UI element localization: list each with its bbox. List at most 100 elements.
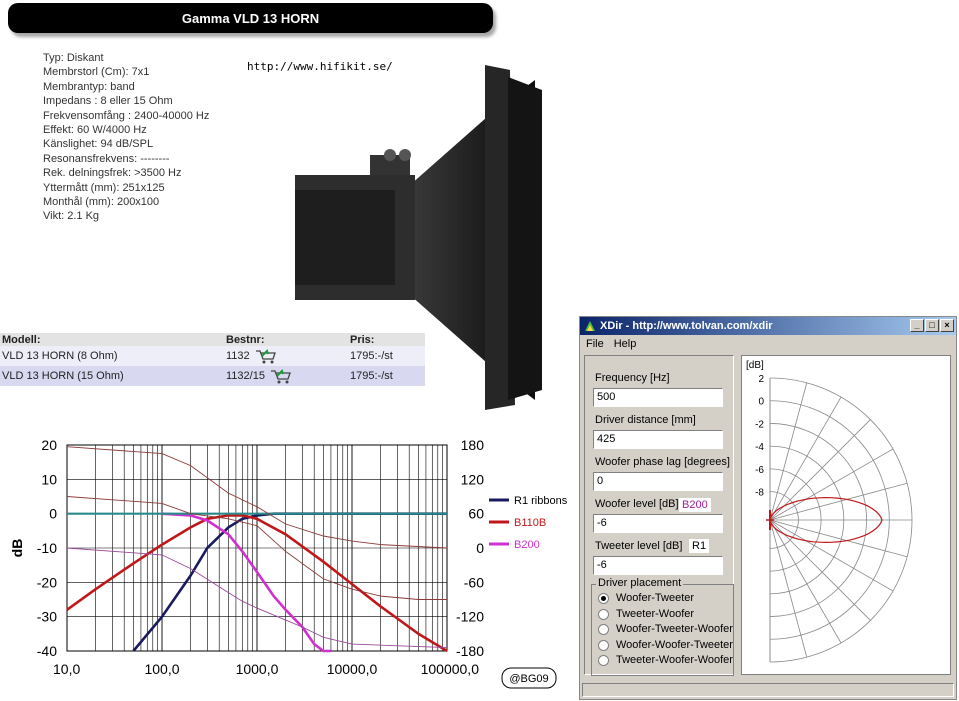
radio-tweeter-woofer[interactable]: Tweeter-Woofer bbox=[598, 608, 694, 620]
spec-line: Vikt: 2.1 Kg bbox=[43, 210, 100, 223]
app-icon bbox=[585, 321, 595, 331]
y-tick-label: -10 bbox=[37, 540, 57, 556]
polar-radial bbox=[769, 519, 894, 592]
polar-radial bbox=[769, 482, 908, 521]
radio-dot bbox=[598, 623, 609, 635]
cart-icon[interactable] bbox=[270, 368, 292, 384]
close-button[interactable]: × bbox=[940, 319, 954, 332]
polar-tick-label: -8 bbox=[755, 488, 764, 499]
polar-svg: [dB] 2 0 -2 -4 -6 -8 bbox=[746, 360, 913, 663]
radio-dot bbox=[598, 639, 609, 651]
polar-tick-label: -6 bbox=[755, 465, 764, 476]
y2-tick-label: 0 bbox=[476, 540, 484, 556]
tweeter-level-label: Tweeter level [dB] bbox=[595, 540, 683, 552]
header-model: Modell: bbox=[0, 333, 224, 346]
y-tick-label: -40 bbox=[37, 643, 57, 659]
polar-unit-label: [dB] bbox=[746, 360, 764, 371]
table-row: VLD 13 HORN (8 Ohm) 1132 1795:-/st bbox=[0, 346, 425, 366]
y-tick-label: 10 bbox=[41, 471, 57, 487]
cell-nr: 1132/15 bbox=[224, 366, 348, 386]
page-title: Gamma VLD 13 HORN bbox=[8, 3, 493, 33]
cell-nr-text: 1132/15 bbox=[226, 369, 265, 382]
menu-bar: File Help bbox=[580, 335, 956, 353]
badge-text: @BG09 bbox=[509, 673, 548, 685]
status-bar bbox=[582, 683, 954, 697]
y2-tick-label: 120 bbox=[461, 471, 485, 487]
polar-tick-label: 2 bbox=[758, 374, 764, 385]
y2-tick-label: -60 bbox=[464, 574, 484, 590]
x-tick-label: 100,0 bbox=[144, 661, 179, 677]
minimize-button[interactable]: _ bbox=[910, 319, 924, 332]
woofer-phase-label: Woofer phase lag [degrees] bbox=[595, 456, 730, 468]
spec-line: Membrstorl (Cm): 7x1 bbox=[43, 66, 150, 79]
driver-distance-input[interactable]: 425 bbox=[593, 430, 723, 449]
spec-line: Rek. delningsfrek: >3500 Hz bbox=[43, 167, 182, 180]
x-tick-label: 10000,0 bbox=[327, 661, 378, 677]
xdir-title-text: XDir - http://www.tolvan.com/xdir bbox=[600, 320, 773, 332]
cart-icon[interactable] bbox=[255, 348, 277, 364]
spec-line: Känslighet: 94 dB/SPL bbox=[43, 138, 154, 151]
spec-list: Typ: Diskant Membrstorl (Cm): 7x1 Membrant… bbox=[43, 51, 209, 224]
cell-price: 1795:-/st bbox=[348, 346, 425, 366]
woofer-tag: B200 bbox=[679, 498, 711, 512]
maximize-button[interactable]: □ bbox=[925, 319, 939, 332]
polar-radial bbox=[769, 448, 894, 521]
polar-radial bbox=[769, 382, 808, 521]
x-tick-label: 10,0 bbox=[53, 661, 80, 677]
spec-line: Monthål (mm): 200x100 bbox=[43, 196, 160, 209]
menu-help[interactable]: Help bbox=[614, 338, 637, 350]
polar-tick-label: -2 bbox=[755, 419, 764, 430]
driver-distance-label: Driver distance [mm] bbox=[595, 414, 696, 426]
radio-tweeter-woofer-woofer[interactable]: Tweeter-Woofer-Woofer bbox=[598, 654, 733, 666]
parameter-panel: Frequency [Hz] 500 Driver distance [mm] … bbox=[584, 355, 734, 676]
radio-woofer-tweeter[interactable]: Woofer-Tweeter bbox=[598, 592, 694, 604]
xdir-titlebar[interactable]: XDir - http://www.tolvan.com/xdir _ □ × bbox=[580, 317, 956, 335]
spec-line: Effekt: 60 W/4000 Hz bbox=[43, 124, 147, 137]
radio-woofer-tweeter-woofer[interactable]: Woofer-Tweeter-Woofer bbox=[598, 623, 733, 635]
menu-file[interactable]: File bbox=[586, 338, 604, 350]
radio-woofer-woofer-tweeter[interactable]: Woofer-Woofer-Tweeter bbox=[598, 639, 733, 651]
y-tick-label: 0 bbox=[49, 506, 57, 522]
xdir-window: XDir - http://www.tolvan.com/xdir _ □ × … bbox=[579, 316, 957, 700]
x-tick-label: 1000,0 bbox=[236, 661, 279, 677]
y-tick-label: -20 bbox=[37, 574, 57, 590]
legend-label: B110B bbox=[514, 517, 546, 529]
polar-radial bbox=[769, 519, 908, 558]
polar-radial bbox=[769, 396, 842, 521]
legend-label: B200 bbox=[514, 539, 540, 551]
spec-line: Impedans : 8 eller 15 Ohm bbox=[43, 95, 173, 108]
radio-dot bbox=[598, 592, 609, 604]
table-header: Modell: Bestnr: Pris: bbox=[0, 333, 425, 346]
header-price: Pris: bbox=[348, 333, 425, 346]
tweeter-tag: R1 bbox=[689, 539, 710, 553]
frequency-input[interactable]: 500 bbox=[593, 388, 723, 407]
radio-label: Tweeter-Woofer-Woofer bbox=[616, 654, 733, 666]
frequency-label: Frequency [Hz] bbox=[595, 372, 670, 384]
tweeter-level-input[interactable]: -6 bbox=[593, 556, 723, 575]
cell-model: VLD 13 HORN (8 Ohm) bbox=[0, 346, 224, 366]
y2-tick-label: -120 bbox=[456, 609, 484, 625]
y2-tick-label: 180 bbox=[461, 437, 485, 453]
polar-tick-label: -4 bbox=[755, 442, 764, 453]
polar-radial bbox=[769, 519, 842, 644]
spec-line: Yttermått (mm): 251x125 bbox=[43, 181, 165, 194]
woofer-phase-input[interactable]: 0 bbox=[593, 472, 723, 491]
radio-dot bbox=[598, 654, 609, 666]
driver-placement-group: Driver placement Woofer-Tweeter Tweeter-… bbox=[591, 577, 734, 676]
spec-line: Typ: Diskant bbox=[43, 52, 104, 64]
cell-nr-text: 1132 bbox=[226, 349, 250, 362]
y2-tick-label: -180 bbox=[456, 643, 484, 659]
cell-nr: 1132 bbox=[224, 346, 348, 366]
frequency-response-chart: 20 10 0 -10 -20 -30 -40 180 120 60 0 -60 -120 -180 10,… bbox=[9, 437, 568, 689]
spec-line: Resonansfrekvens: -------- bbox=[43, 152, 170, 165]
y-tick-label: 20 bbox=[41, 437, 57, 453]
woofer-level-input[interactable]: -6 bbox=[593, 514, 723, 533]
polar-tick-label: 0 bbox=[758, 397, 764, 408]
polar-plot: [dB] 2 0 -2 -4 -6 -8 bbox=[741, 355, 951, 675]
woofer-level-label: Woofer level [dB] bbox=[595, 498, 679, 510]
radio-label: Woofer-Tweeter bbox=[616, 592, 695, 604]
polar-radial bbox=[769, 519, 808, 658]
spec-line: Frekvensomfång : 2400-40000 Hz bbox=[43, 109, 210, 122]
driver-placement-label: Driver placement bbox=[596, 577, 684, 589]
x-tick-label: 100000,0 bbox=[421, 661, 480, 677]
